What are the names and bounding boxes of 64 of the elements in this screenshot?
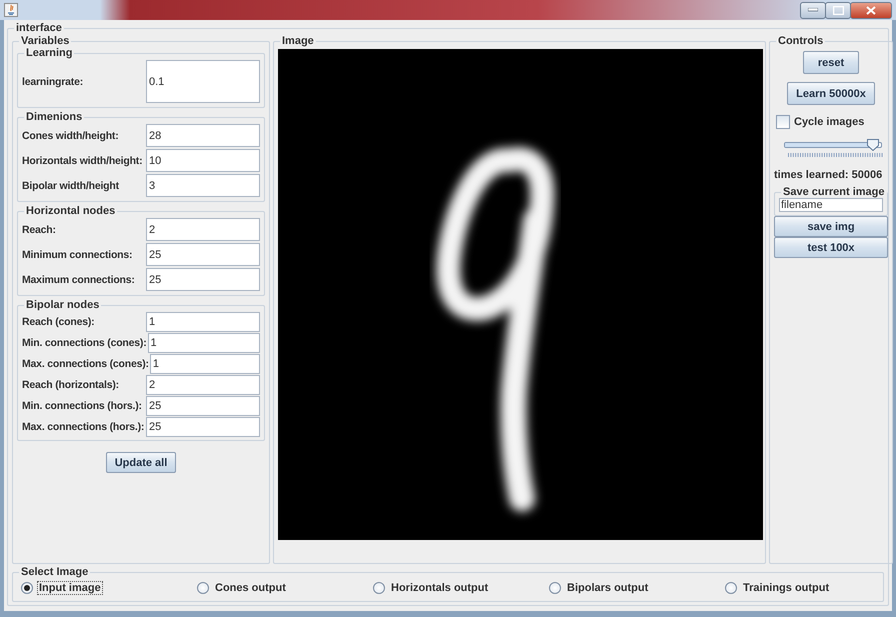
panel-title: Learning xyxy=(25,47,74,59)
text-field[interactable]: 28 xyxy=(146,124,260,147)
radio-label: Bipolars output xyxy=(566,581,650,595)
radio-button[interactable] xyxy=(373,582,385,594)
panel-title: Controls xyxy=(777,35,824,47)
close-icon xyxy=(866,6,876,14)
text-field[interactable]: 1 xyxy=(148,332,260,352)
field-label: Min. connections (cones): xyxy=(22,336,148,348)
field-label: Max. connections (cones): xyxy=(22,358,150,370)
save-image-button[interactable]: save img xyxy=(774,216,888,237)
field-label: Min. connections (hors.): xyxy=(22,400,143,412)
minimize-icon xyxy=(808,8,818,12)
panel-title: Horizontal nodes xyxy=(25,205,116,217)
panel-title: Select Image xyxy=(20,566,90,578)
text-field[interactable]: 0.1 xyxy=(146,60,260,103)
field-label: Horizontals width/height: xyxy=(22,154,144,166)
text-field[interactable]: 2 xyxy=(146,374,260,394)
text-field[interactable]: 25 xyxy=(146,416,260,436)
panel-title: Variables xyxy=(20,35,70,47)
slider[interactable] xyxy=(784,139,882,151)
reset-button[interactable]: reset xyxy=(802,51,860,74)
close-button[interactable] xyxy=(850,2,892,18)
field-label: Reach: xyxy=(22,224,57,236)
filename-field[interactable]: filename xyxy=(779,198,883,212)
text-field[interactable]: 1 xyxy=(150,354,260,374)
panel-title: Image xyxy=(281,35,315,47)
panel-title: Bipolar nodes xyxy=(25,299,100,311)
field-label: Maximum connections: xyxy=(22,274,136,286)
field-label: Reach (cones): xyxy=(22,316,96,328)
panel-title: Dimenions xyxy=(25,111,84,123)
checkbox[interactable] xyxy=(776,115,790,129)
slider-thumb[interactable] xyxy=(867,139,880,151)
text-field[interactable]: 25 xyxy=(146,268,260,291)
field-label: Reach (horizontals): xyxy=(22,378,120,390)
field-label: Cones width/height: xyxy=(22,130,120,142)
radio-button[interactable] xyxy=(197,582,209,594)
learn-button[interactable]: Learn 50000x xyxy=(787,82,875,105)
panel-title: Save current image xyxy=(782,186,886,198)
radio-label: Horizontals output xyxy=(390,581,490,595)
text-field[interactable]: 25 xyxy=(146,243,260,266)
text-field[interactable]: 25 xyxy=(146,396,260,416)
text-field[interactable]: 1 xyxy=(146,312,260,332)
text-field[interactable]: 2 xyxy=(146,218,260,241)
text-field[interactable]: 3 xyxy=(146,174,260,197)
radio-label: Input image xyxy=(37,581,103,595)
test-button[interactable]: test 100x xyxy=(774,237,888,258)
field-label: Max. connections (hors.): xyxy=(22,420,146,432)
times-learned-text: times learned: 50006 xyxy=(774,169,884,181)
text-field[interactable]: 10 xyxy=(146,149,260,172)
radio-button[interactable] xyxy=(549,582,561,594)
radio-button[interactable] xyxy=(21,582,33,594)
panel-title: interface xyxy=(15,22,63,34)
radio-button[interactable] xyxy=(725,582,737,594)
update-all-button[interactable]: Update all xyxy=(106,452,176,473)
maximize-icon xyxy=(832,6,844,14)
checkbox-label: Cycle images xyxy=(794,116,864,128)
minimize-button[interactable] xyxy=(800,2,826,18)
radio-label: Cones output xyxy=(214,581,287,595)
radio-label: Trainings output xyxy=(742,581,830,595)
field-label: Minimum connections: xyxy=(22,248,134,260)
field-label: Bipolar width/height xyxy=(22,180,120,192)
app-icon xyxy=(4,3,18,17)
maximize-button[interactable] xyxy=(825,2,851,18)
field-label: learningrate: xyxy=(22,76,84,88)
